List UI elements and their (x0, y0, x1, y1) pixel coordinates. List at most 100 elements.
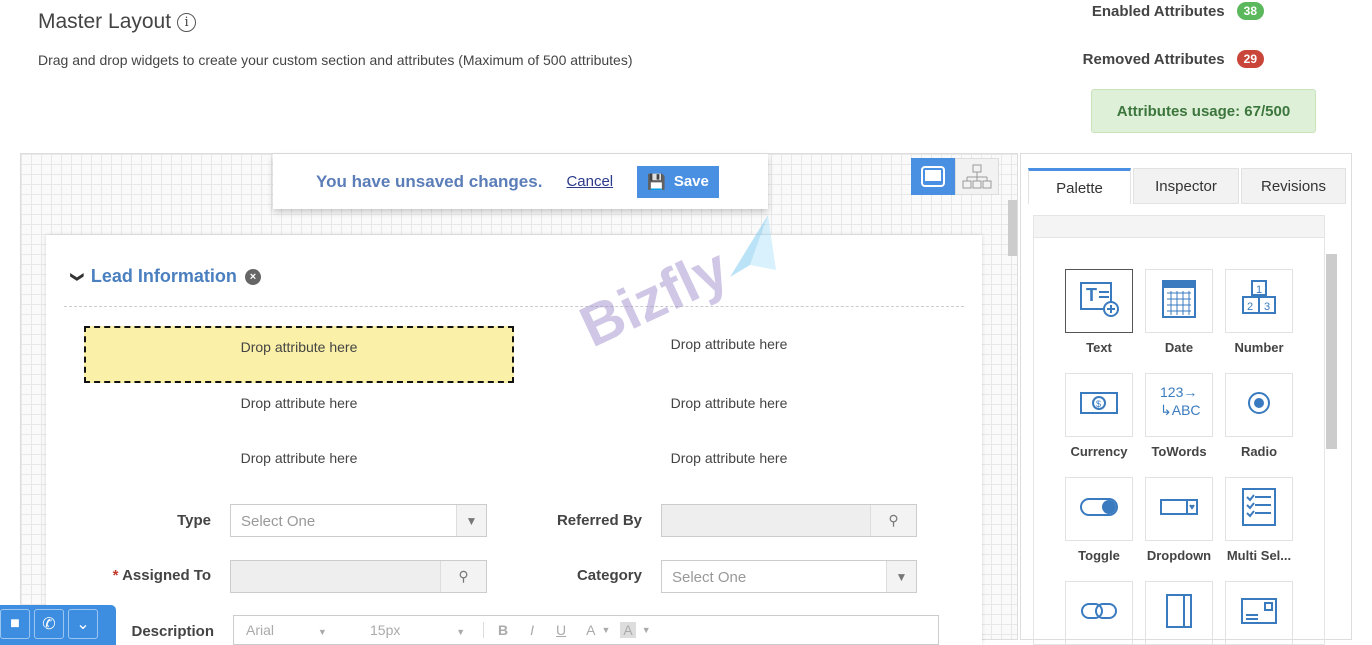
palette-widget-number[interactable]: 123 (1225, 269, 1293, 333)
caret-down-icon[interactable]: ▼ (601, 625, 610, 635)
removed-count-badge: 29 (1236, 50, 1264, 68)
palette-widget-label: Radio (1240, 444, 1278, 459)
palette-scrollbar[interactable] (1326, 254, 1337, 449)
palette-widget-toggle[interactable] (1065, 477, 1133, 541)
drop-zone[interactable]: Drop attribute here (514, 450, 944, 466)
type-select[interactable]: Select One ▼ (230, 504, 487, 537)
tablet-view-button[interactable] (911, 158, 955, 195)
assigned-to-lookup[interactable]: ⚲ (230, 560, 487, 593)
referred-by-label: Referred By (556, 512, 642, 529)
referred-by-lookup[interactable]: ⚲ (661, 504, 917, 537)
chevron-down-icon[interactable]: ❯ (69, 271, 85, 282)
caret-down-icon: ▼ (456, 627, 466, 637)
svg-text:↳ABC: ↳ABC (1160, 402, 1201, 418)
paper-plane-logo-icon (730, 215, 776, 277)
cancel-link[interactable]: Cancel (566, 173, 613, 190)
category-label: Category (576, 567, 642, 584)
dropdown-icon (1157, 485, 1201, 534)
font-size-value: 15px (370, 622, 401, 638)
svg-text:2: 2 (1247, 301, 1253, 313)
canvas-scrollbar[interactable] (1008, 200, 1017, 256)
drop-zone[interactable]: Drop attribute here (514, 395, 944, 411)
svg-text:123→: 123→ (1160, 384, 1197, 400)
palette-widget-label: Multi Sel... (1226, 548, 1292, 563)
chevron-down-icon[interactable]: ⌄ (68, 609, 98, 639)
info-icon[interactable]: i (177, 13, 197, 32)
category-select[interactable]: Select One ▼ (661, 560, 917, 593)
drop-zone[interactable]: Drop attribute here (84, 339, 514, 355)
italic-button[interactable]: I (530, 622, 534, 638)
palette-widget-form-field[interactable] (1145, 581, 1213, 645)
referred-by-value[interactable] (662, 505, 870, 536)
removed-attributes[interactable]: Removed Attributes 29 (1083, 50, 1264, 68)
phone-icon[interactable]: ✆ (34, 609, 64, 639)
caret-down-icon[interactable]: ▼ (886, 561, 916, 592)
font-family-value: Arial (246, 622, 275, 638)
section-title: Lead Information (90, 266, 237, 286)
page-subtitle: Drag and drop widgets to create your cus… (38, 52, 633, 68)
form-field-icon (1157, 589, 1201, 638)
background-color-button[interactable]: A (620, 622, 636, 638)
assigned-to-label: * Assigned To (31, 567, 211, 584)
palette-widget-date[interactable] (1145, 269, 1213, 333)
type-label: Type (177, 512, 211, 529)
palette-widget-label: Date (1164, 340, 1194, 355)
currency-icon: $ (1077, 381, 1121, 430)
enabled-label: Enabled Attributes (1091, 2, 1225, 20)
text-color-button[interactable]: A (586, 622, 595, 638)
drop-zone[interactable]: Drop attribute here (84, 395, 514, 411)
save-label: Save (673, 173, 709, 190)
palette-widget-label: Dropdown (1146, 548, 1212, 563)
svg-text:T: T (1086, 285, 1097, 305)
description-editor-toolbar[interactable]: Arial ▼ 15px ▼ B I U A ▼ A ▼ (233, 615, 939, 645)
chat-icon[interactable]: ■ (0, 609, 30, 639)
caret-down-icon[interactable]: ▼ (642, 625, 651, 635)
remove-section-icon[interactable]: × (244, 268, 261, 285)
palette-widget-card[interactable] (1225, 581, 1293, 645)
palette-widget-towords[interactable]: 123→ ↳ABC (1145, 373, 1213, 437)
palette-widget-label: Toggle (1078, 548, 1120, 563)
required-marker: * (112, 567, 119, 584)
towords-icon: 123→ ↳ABC (1154, 381, 1204, 430)
enabled-count-badge: 38 (1236, 2, 1264, 20)
drop-zone[interactable]: Drop attribute here (514, 336, 944, 352)
underline-button[interactable]: U (556, 622, 566, 638)
palette-widget-multi-select[interactable] (1225, 477, 1293, 541)
svg-text:1: 1 (1256, 284, 1262, 296)
sitemap-icon (962, 164, 992, 188)
palette-widget-text[interactable]: T (1065, 269, 1133, 333)
assigned-to-text: Assigned To (122, 567, 211, 584)
attributes-usage: Attributes usage: 67/500 (1091, 89, 1316, 133)
multi-select-icon (1237, 485, 1281, 534)
save-button[interactable]: 💾 Save (637, 165, 719, 198)
unsaved-changes-bar: You have unsaved changes. Cancel 💾 Save (273, 154, 768, 209)
palette-widget-link[interactable] (1065, 581, 1133, 645)
section-header[interactable]: ❯ Lead Information × (69, 266, 261, 287)
hierarchy-view-button[interactable] (955, 158, 999, 195)
tab-revisions[interactable]: Revisions (1241, 168, 1346, 204)
palette-widget-currency[interactable]: $ (1065, 373, 1133, 437)
tab-inspector[interactable]: Inspector (1133, 168, 1239, 204)
search-icon[interactable]: ⚲ (870, 505, 916, 536)
palette-group-header[interactable] (1034, 216, 1324, 238)
font-family-select[interactable]: Arial ▼ (234, 622, 354, 638)
category-placeholder: Select One (672, 569, 747, 586)
font-size-select[interactable]: 15px ▼ (354, 622, 484, 638)
palette-widget-radio[interactable] (1225, 373, 1293, 437)
svg-text:3: 3 (1264, 301, 1270, 313)
drop-zone[interactable]: Drop attribute here (84, 450, 514, 466)
bold-button[interactable]: B (498, 622, 508, 638)
floppy-disk-icon: 💾 (647, 173, 666, 191)
toggle-icon (1077, 485, 1121, 534)
page-title-text: Master Layout (38, 10, 172, 33)
tab-palette[interactable]: Palette (1028, 168, 1131, 204)
removed-label: Removed Attributes (1082, 50, 1225, 68)
palette-widget-label: Currency (1070, 444, 1128, 459)
unsaved-message: You have unsaved changes. (316, 171, 543, 191)
palette-widget-label: ToWords (1151, 444, 1207, 459)
palette-widget-dropdown[interactable] (1145, 477, 1213, 541)
assigned-to-value[interactable] (231, 561, 440, 592)
tablet-icon (921, 165, 945, 187)
card-icon (1237, 589, 1281, 638)
section-divider (64, 306, 964, 307)
